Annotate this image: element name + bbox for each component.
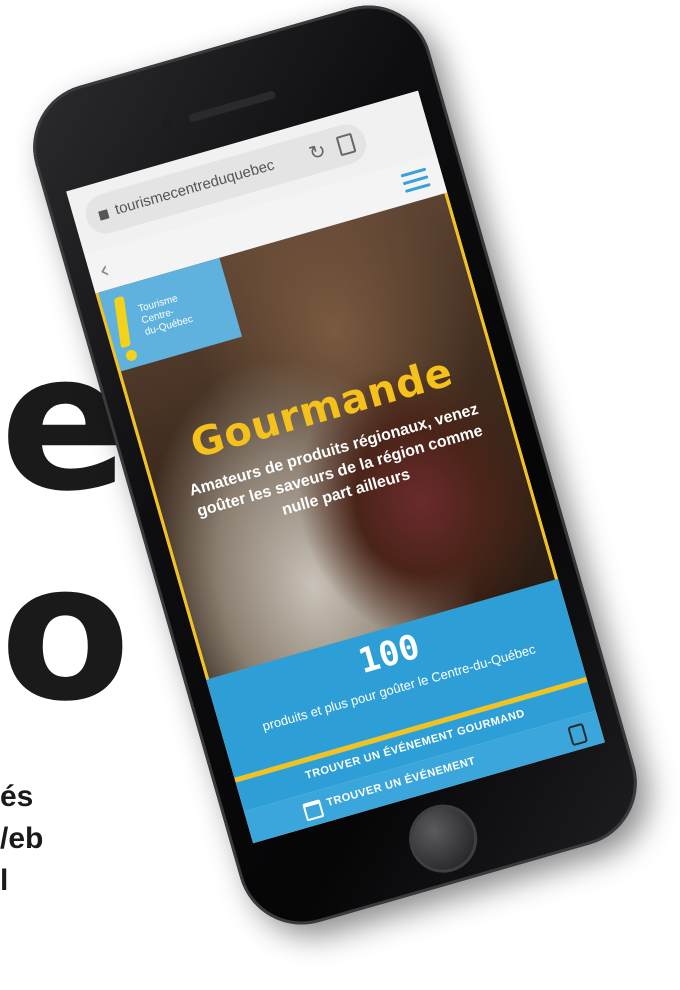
logo-exclamation-icon <box>114 295 131 349</box>
lock-icon: ■ <box>96 205 111 223</box>
tabs-icon[interactable] <box>567 722 589 747</box>
home-button[interactable] <box>401 796 486 881</box>
earpiece-speaker <box>187 90 277 123</box>
back-icon[interactable]: ‹ <box>96 255 113 285</box>
phone-mockup: ■ tourismecentreduquebec ↻ ‹ Tourisme Ce… <box>18 0 652 990</box>
background-text-fragment-3: l <box>0 864 9 897</box>
background-text-fragment-1: és <box>0 780 34 813</box>
hamburger-icon[interactable] <box>400 167 432 194</box>
front-camera <box>160 117 174 132</box>
reload-icon[interactable]: ↻ <box>306 138 329 166</box>
calendar-icon <box>302 799 325 822</box>
phone-screen: ■ tourismecentreduquebec ↻ ‹ Tourisme Ce… <box>66 90 605 844</box>
phone-body: ■ tourismecentreduquebec ↻ ‹ Tourisme Ce… <box>18 0 652 940</box>
logo-text: Tourisme Centre- du-Québec <box>137 293 195 338</box>
logo-dot-icon <box>124 348 139 363</box>
bookmark-icon[interactable] <box>335 132 357 157</box>
